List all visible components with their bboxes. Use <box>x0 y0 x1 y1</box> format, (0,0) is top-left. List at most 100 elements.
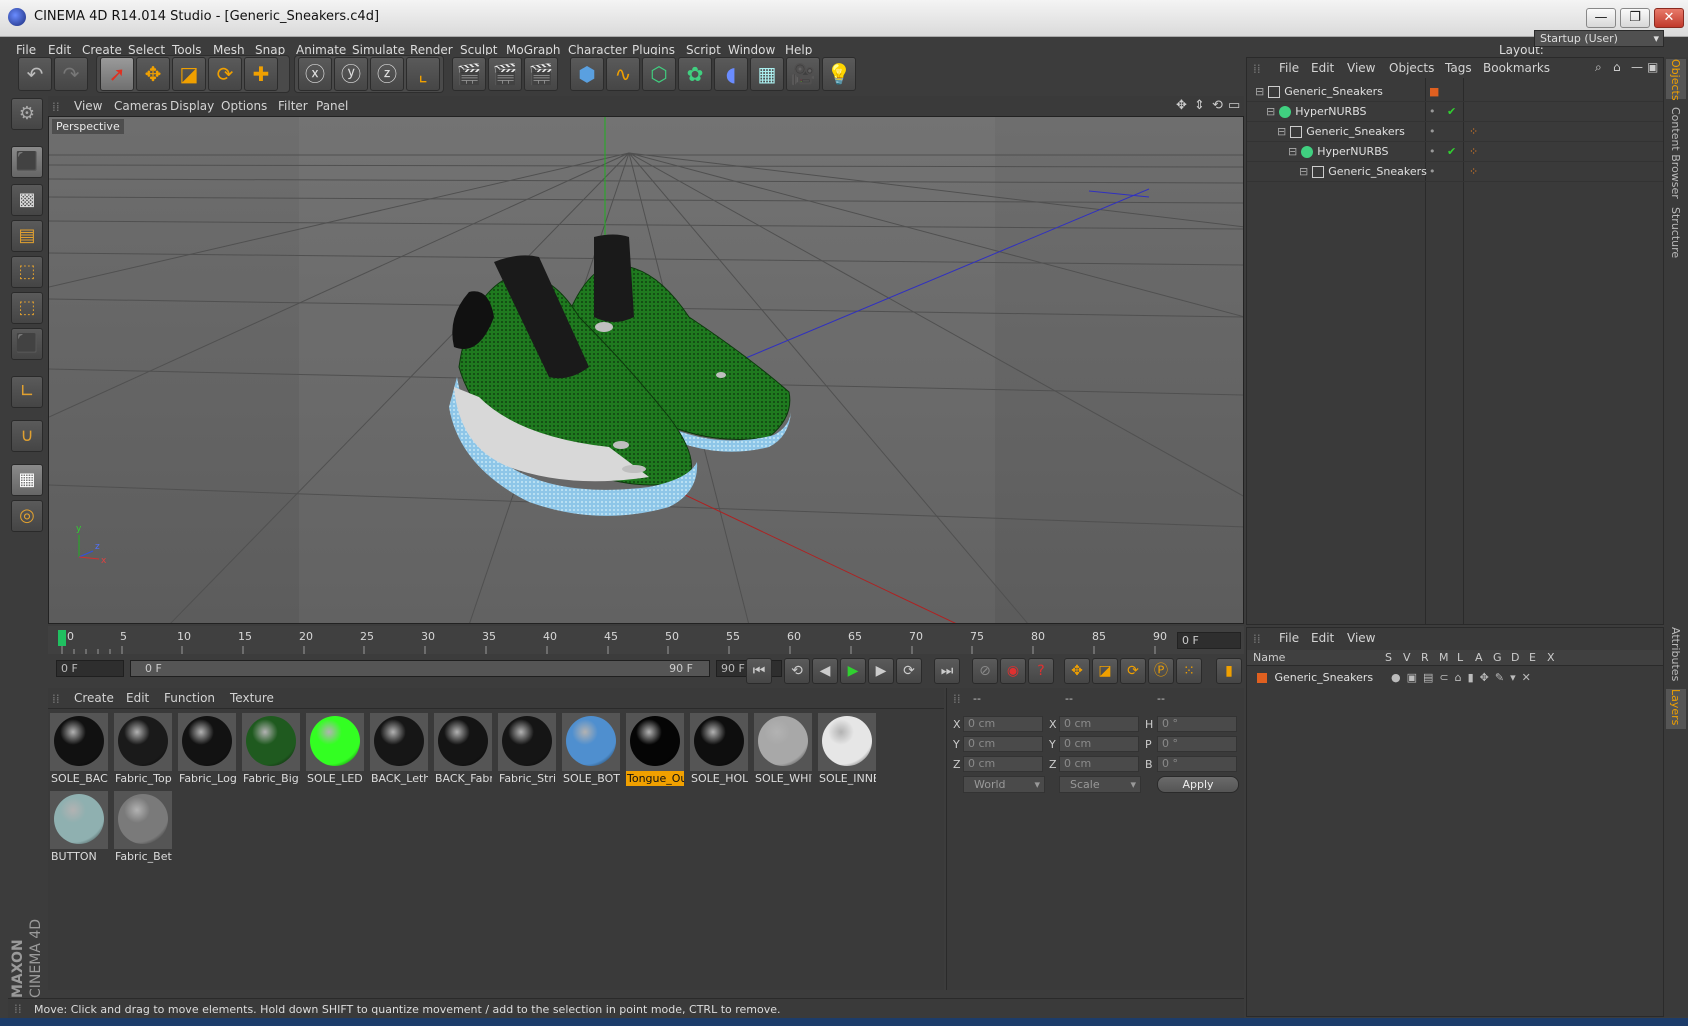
rot-b-field[interactable]: 0 ° <box>1157 756 1237 772</box>
layer-column-header[interactable]: R <box>1421 651 1429 664</box>
pos-x-field[interactable]: 0 cm <box>963 716 1043 732</box>
material-swatch[interactable]: SOLE_BACK <box>49 711 109 787</box>
timeline-ruler[interactable] <box>48 626 1244 654</box>
model-mode-button[interactable]: ⬛ <box>11 146 43 178</box>
key-scale-button[interactable]: ◪ <box>1092 658 1118 684</box>
layer-column-header[interactable]: M <box>1439 651 1449 664</box>
material-swatch[interactable]: SOLE_LED <box>305 711 365 787</box>
material-swatch[interactable]: SOLE_BOTT <box>561 711 621 787</box>
expand-toggle-icon[interactable]: ⊟ <box>1266 105 1275 118</box>
layer-column-header[interactable]: A <box>1475 651 1483 664</box>
render-view-button[interactable]: 🎬 <box>452 57 486 91</box>
minimize-button[interactable]: — <box>1586 8 1616 28</box>
material-swatch[interactable]: Fabric_Top <box>113 711 173 787</box>
home-icon[interactable]: ⌂ <box>1613 60 1621 74</box>
expand-toggle-icon[interactable]: ⊟ <box>1288 145 1297 158</box>
edges-mode-button[interactable]: ⬚ <box>11 292 43 324</box>
preview-range-slider[interactable]: 0 F 90 F <box>130 660 710 677</box>
size-z-field[interactable]: 0 cm <box>1059 756 1139 772</box>
key-position-button[interactable]: ✥ <box>1064 658 1090 684</box>
enabled-check-icon[interactable]: ✔ <box>1447 102 1456 122</box>
material-swatch[interactable]: SOLE_INNER <box>817 711 877 787</box>
play-button[interactable]: ▶ <box>840 658 866 684</box>
add-light-button[interactable]: 💡 <box>822 57 856 91</box>
enabled-check-icon[interactable]: ✔ <box>1447 142 1456 162</box>
layer-column-header[interactable]: G <box>1493 651 1502 664</box>
scale-tool-button[interactable]: ◪ <box>172 57 206 91</box>
material-swatch[interactable]: Tongue_Out <box>625 711 685 787</box>
object-tree-row[interactable]: ⊟ HyperNURBS • ✔ <box>1247 102 1663 122</box>
layer-flag-icons[interactable]: ●▣▤⊂⌂▮✥✎▾✕ <box>1391 668 1537 688</box>
render-picture-viewer-button[interactable]: 🎬 <box>488 57 522 91</box>
add-deformer-button[interactable]: ◖ <box>714 57 748 91</box>
size-y-field[interactable]: 0 cm <box>1059 736 1139 752</box>
material-menu-edit[interactable]: Edit <box>126 691 149 705</box>
tab-structure[interactable]: Structure <box>1666 207 1686 267</box>
rot-h-field[interactable]: 0 ° <box>1157 716 1237 732</box>
expand-toggle-icon[interactable]: ⊟ <box>1255 85 1264 98</box>
viewport-menu-cameras[interactable]: Cameras <box>114 99 167 113</box>
expand-toggle-icon[interactable]: ⊟ <box>1277 125 1286 138</box>
add-spline-button[interactable]: ∿ <box>606 57 640 91</box>
add-tool-button[interactable]: ✚ <box>244 57 278 91</box>
viewport-rotate-icon[interactable]: ⟲ <box>1212 98 1223 113</box>
material-swatch[interactable]: SOLE_HOLE <box>689 711 749 787</box>
texture-mode-button[interactable]: ▩ <box>11 184 43 216</box>
material-swatch[interactable]: BACK_Leth <box>369 711 429 787</box>
visibility-dot-icon[interactable]: • <box>1429 162 1436 182</box>
material-swatch[interactable]: Fabric_Betw <box>113 789 173 865</box>
object-tree-row[interactable]: ⊟ HyperNURBS • ✔ ⁘ <box>1247 142 1663 162</box>
snap-button[interactable]: ∪ <box>11 420 43 452</box>
viewport-menu-filter[interactable]: Filter <box>278 99 308 113</box>
material-menu-texture[interactable]: Texture <box>230 691 274 705</box>
previous-key-button[interactable]: ⟲ <box>784 658 810 684</box>
search-icon[interactable]: ⌕ <box>1595 60 1602 75</box>
expand-toggle-icon[interactable]: ⊟ <box>1299 165 1308 178</box>
layers-menu-view[interactable]: View <box>1347 631 1375 645</box>
material-swatch[interactable]: Fabric_Log <box>177 711 237 787</box>
material-tag-icon[interactable]: ⁘ <box>1469 122 1478 142</box>
undo-button[interactable]: ↶ <box>18 57 52 91</box>
key-points-button[interactable]: ⁙ <box>1176 658 1202 684</box>
x-axis-lock-button[interactable]: ⓧ <box>298 57 332 91</box>
add-cube-button[interactable]: ⬢ <box>570 57 604 91</box>
next-frame-button[interactable]: ▶ <box>868 658 894 684</box>
layer-column-header[interactable]: X <box>1547 651 1555 664</box>
make-editable-button[interactable]: ⚙ <box>11 98 43 130</box>
objects-menu-tags[interactable]: Tags <box>1445 61 1472 75</box>
rotate-tool-button[interactable]: ⟳ <box>208 57 242 91</box>
add-nurbs-button[interactable]: ⬡ <box>642 57 676 91</box>
tab-content-browser[interactable]: Content Browser <box>1666 107 1686 199</box>
points-mode-button[interactable]: ⬚ <box>11 256 43 288</box>
go-to-end-button[interactable]: ⏭ <box>934 658 960 684</box>
pos-y-field[interactable]: 0 cm <box>963 736 1043 752</box>
material-tag-icon[interactable]: ⁘ <box>1469 142 1478 162</box>
layer-column-header[interactable]: L <box>1457 651 1463 664</box>
tab-objects[interactable]: Objects <box>1666 59 1686 101</box>
tab-attributes[interactable]: Attributes <box>1666 627 1686 687</box>
layer-column-header[interactable]: E <box>1529 651 1536 664</box>
redo-button[interactable]: ↷ <box>54 57 88 91</box>
move-tool-button[interactable]: ✥ <box>136 57 170 91</box>
playhead[interactable] <box>58 630 66 646</box>
layer-column-header[interactable]: S <box>1385 651 1392 664</box>
material-swatch[interactable]: Fabric_Strip <box>497 711 557 787</box>
key-rotation-button[interactable]: ⟳ <box>1120 658 1146 684</box>
apply-button[interactable]: Apply <box>1157 776 1239 793</box>
viewport-maximize-icon[interactable]: ▭ <box>1228 98 1240 113</box>
record-disabled-button[interactable]: ⊘ <box>972 658 998 684</box>
visibility-dot-icon[interactable]: ■ <box>1429 82 1439 102</box>
material-swatch[interactable]: SOLE_WHITE <box>753 711 813 787</box>
material-tag-icon[interactable]: ⁘ <box>1469 162 1478 182</box>
layers-menu-edit[interactable]: Edit <box>1311 631 1334 645</box>
axis-mode-button[interactable]: ∟ <box>11 376 43 408</box>
object-tree-row[interactable]: ⊟ Generic_Sneakers ■ <box>1247 82 1663 102</box>
coordinate-system-button[interactable]: ⌞ <box>406 57 440 91</box>
viewport-menu-view[interactable]: View <box>74 99 102 113</box>
layer-row[interactable]: Generic_Sneakers ●▣▤⊂⌂▮✥✎▾✕ <box>1257 668 1657 688</box>
add-floor-button[interactable]: ▦ <box>750 57 784 91</box>
go-to-start-button[interactable]: ⏮ <box>746 658 772 684</box>
viewport-menu-panel[interactable]: Panel <box>316 99 348 113</box>
layers-menu-file[interactable]: File <box>1279 631 1299 645</box>
close-button[interactable]: ✕ <box>1654 8 1684 28</box>
